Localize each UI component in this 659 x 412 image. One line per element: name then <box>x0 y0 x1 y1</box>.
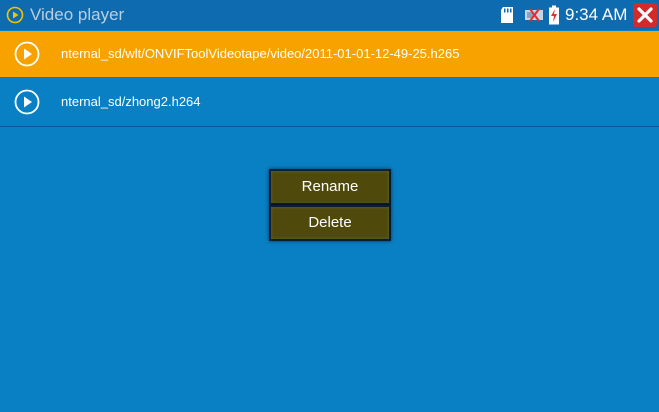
file-path-label: nternal_sd/wlt/ONVIFToolVideotape/video/… <box>61 46 460 61</box>
play-arrow-icon <box>14 89 40 115</box>
file-row-selected[interactable]: nternal_sd/wlt/ONVIFToolVideotape/video/… <box>0 31 659 77</box>
clock: 9:34 AM <box>565 5 628 24</box>
file-path-label: nternal_sd/zhong2.h264 <box>61 94 201 109</box>
close-button[interactable] <box>633 3 657 27</box>
sd-card-icon <box>501 7 513 23</box>
app-title: Video player <box>30 5 125 24</box>
delete-button[interactable]: Delete <box>269 205 391 241</box>
network-disconnected-icon <box>525 8 543 22</box>
context-menu: Rename Delete <box>267 167 391 241</box>
status-bar: Video player 9:34 AM <box>0 0 659 30</box>
close-icon <box>637 7 653 23</box>
rename-button[interactable]: Rename <box>269 169 391 205</box>
play-circle-icon <box>6 6 24 24</box>
play-arrow-icon <box>14 41 40 67</box>
battery-charging-icon <box>549 5 559 25</box>
list-divider <box>0 126 659 127</box>
file-row[interactable]: nternal_sd/zhong2.h264 <box>0 79 659 125</box>
